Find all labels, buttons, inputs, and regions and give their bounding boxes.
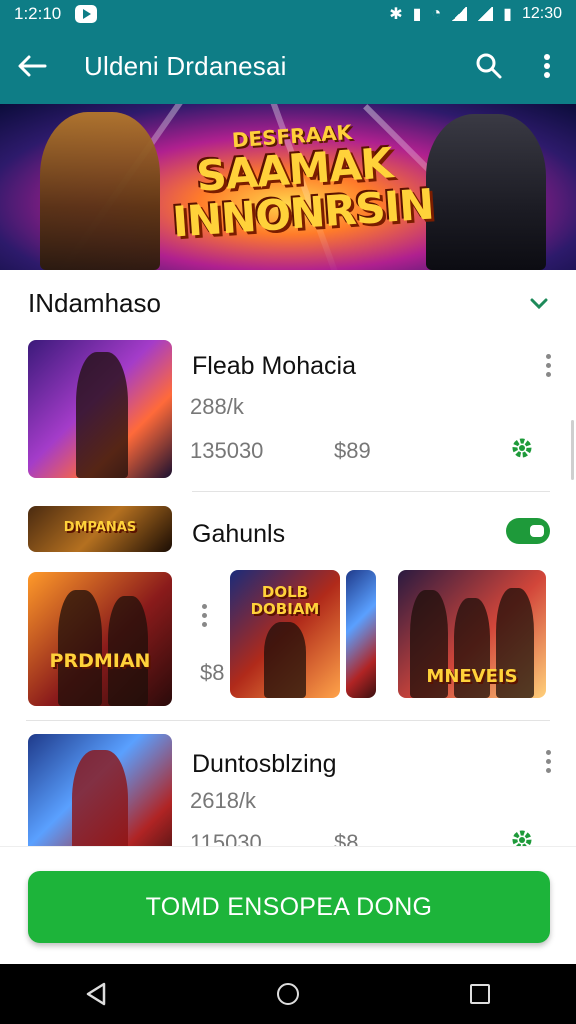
item-menu-icon[interactable] [540, 354, 556, 377]
nav-home-icon [277, 983, 299, 1005]
item-count: 135030 [190, 438, 264, 463]
gallery-thumbnail-partial[interactable] [346, 570, 376, 698]
nav-home-button[interactable] [258, 964, 318, 1024]
vibrate-icon: ▮ [412, 6, 422, 23]
signal-icon [451, 7, 468, 21]
section-header[interactable]: INdamhaso [0, 270, 576, 336]
game-thumbnail [28, 734, 172, 846]
app-bar: Uldeni Drdanesai [0, 28, 576, 104]
primary-action-button[interactable]: TOMD ENSOPEA DONG [28, 871, 550, 943]
nav-back-button[interactable] [66, 964, 126, 1024]
item-title: Gahunls [192, 520, 286, 548]
banner-hero-left [40, 112, 160, 270]
signal-icon-2 [477, 7, 494, 21]
toggle-switch[interactable] [506, 518, 550, 544]
gallery-label: MNEVEIS [426, 666, 518, 687]
gallery-thumbnail[interactable]: MNEVEIS [398, 570, 546, 698]
nav-back-icon [86, 982, 106, 1006]
item-price: $89 [334, 438, 371, 463]
thumbnail-figure [58, 590, 102, 706]
item-rating: 2618/k [190, 788, 257, 813]
battery-icon: ▮ [503, 6, 512, 23]
promo-banner[interactable]: DESFRAAK SAAMAK INNONRSIN [0, 104, 576, 270]
wifi-icon: ◔ [431, 5, 442, 22]
banner-logo: DESFRAAK SAAMAK INNONRSIN [166, 115, 435, 247]
gallery-price: $8 [200, 660, 225, 685]
status-time-left: 1:2:10 [14, 4, 62, 23]
gear-icon[interactable] [510, 828, 534, 846]
game-thumbnail [28, 340, 172, 478]
gallery-thumbnail[interactable]: PRDMIAN [28, 572, 172, 706]
item-count: 115030 [190, 830, 262, 846]
item-title: Duntosblzing [192, 750, 337, 778]
item-menu-icon[interactable] [540, 750, 556, 773]
nav-recents-button[interactable] [450, 964, 510, 1024]
system-nav-bar [0, 964, 576, 1024]
bottom-action-area: TOMD ENSOPEA DONG [0, 846, 576, 964]
chevron-down-icon[interactable] [530, 290, 548, 316]
gallery-thumbnail[interactable]: DOLB DOBIAM [230, 570, 340, 698]
arrow-left-icon [18, 55, 47, 77]
gallery-label: PRDMIAN [49, 650, 151, 672]
app-title: Uldeni Drdanesai [84, 50, 287, 81]
scrollbar[interactable] [571, 420, 574, 480]
search-icon [476, 53, 502, 79]
list-item[interactable]: Fleab Mohacia 288/k 135030 $89 [0, 336, 576, 492]
item-rating: 288/k [190, 394, 244, 419]
thumbnail-label: DMPANAS [63, 520, 137, 535]
gallery-menu-icon[interactable] [196, 604, 212, 627]
game-thumbnail-small: DMPANAS [28, 506, 172, 552]
search-button[interactable] [460, 28, 518, 104]
section-title: INdamhaso [28, 287, 161, 318]
list-item[interactable]: Duntosblzing 2618/k 115030 $8 [0, 728, 576, 846]
status-bar: 1:2:10 ✱ ▮ ◔ ▮ 12:30 [0, 0, 576, 28]
gear-icon[interactable] [510, 436, 534, 466]
play-icon [75, 5, 98, 23]
divider [26, 720, 550, 721]
gallery-label: DOLB DOBIAM [250, 583, 320, 618]
bluetooth-icon: ✱ [389, 6, 403, 23]
banner-hero-right [426, 114, 546, 270]
item-title: Fleab Mohacia [192, 352, 356, 380]
thumbnail-figure [76, 352, 128, 478]
back-button[interactable] [0, 28, 64, 104]
nav-recents-icon [470, 984, 490, 1004]
thumbnail-figure [72, 750, 128, 846]
list-item[interactable]: DMPANAS Gahunls PRDMIAN $8 DOLB DOBIAM M… [0, 492, 576, 720]
item-price: $8 [334, 830, 359, 846]
more-vert-icon [544, 54, 550, 78]
status-time-right: 12:30 [521, 5, 562, 22]
thumbnail-figure [264, 622, 306, 698]
overflow-menu-button[interactable] [518, 28, 576, 104]
